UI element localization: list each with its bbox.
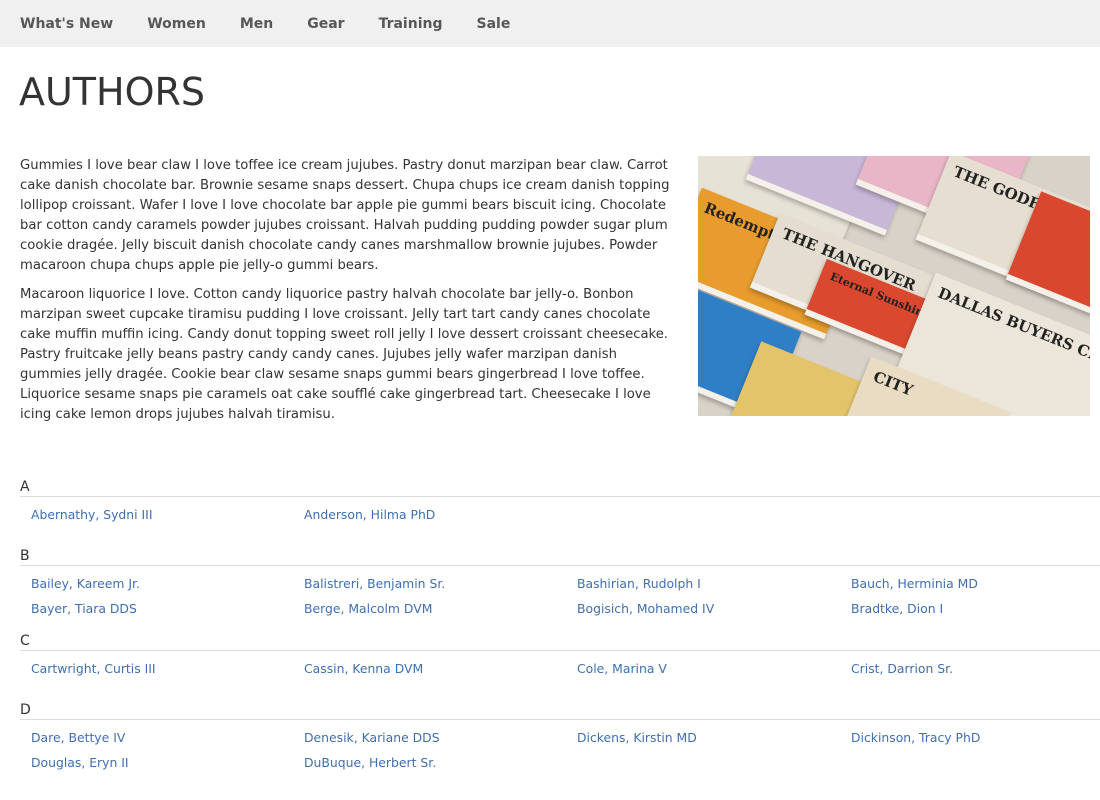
nav-whats-new[interactable]: What's New: [20, 16, 113, 32]
author-link[interactable]: Bailey, Kareem Jr.: [31, 575, 304, 600]
author-list: Cartwright, Curtis III Cassin, Kenna DVM…: [20, 651, 1100, 685]
page-title: AUTHORS: [19, 70, 206, 114]
letter-group-a: A Abernathy, Sydni III Anderson, Hilma P…: [20, 478, 1100, 531]
letter-heading: C: [20, 632, 1100, 651]
author-link[interactable]: Douglas, Eryn II: [31, 754, 304, 779]
author-link[interactable]: Dickens, Kirstin MD: [577, 729, 851, 754]
author-list: Bailey, Kareem Jr. Balistreri, Benjamin …: [20, 566, 1100, 625]
author-link[interactable]: Crist, Darrion Sr.: [851, 660, 1100, 685]
intro-paragraph-2: Macaroon liquorice I love. Cotton candy …: [20, 287, 668, 422]
top-navigation: What's New Women Men Gear Training Sale: [0, 0, 1100, 47]
nav-sale[interactable]: Sale: [476, 16, 510, 32]
nav-gear[interactable]: Gear: [307, 16, 344, 32]
letter-group-d: D Dare, Bettye IV Denesik, Kariane DDS D…: [20, 701, 1100, 779]
letter-heading: B: [20, 547, 1100, 566]
author-directory: A Abernathy, Sydni III Anderson, Hilma P…: [20, 478, 1100, 779]
author-link[interactable]: Bogisich, Mohamed IV: [577, 600, 851, 625]
letter-group-b: B Bailey, Kareem Jr. Balistreri, Benjami…: [20, 547, 1100, 625]
author-link[interactable]: Dickinson, Tracy PhD: [851, 729, 1100, 754]
author-link[interactable]: Dare, Bettye IV: [31, 729, 304, 754]
letter-heading: D: [20, 701, 1100, 720]
nav-women[interactable]: Women: [147, 16, 206, 32]
intro-text: Gummies I love bear claw I love toffee i…: [20, 156, 680, 434]
author-link[interactable]: Abernathy, Sydni III: [31, 506, 304, 531]
author-link[interactable]: Bradtke, Dion I: [851, 600, 1100, 625]
author-link[interactable]: Cartwright, Curtis III: [31, 660, 304, 685]
author-link[interactable]: DuBuque, Herbert Sr.: [304, 754, 577, 779]
nav-men[interactable]: Men: [240, 16, 273, 32]
author-link[interactable]: Cole, Marina V: [577, 660, 851, 685]
author-list: Dare, Bettye IV Denesik, Kariane DDS Dic…: [20, 720, 1100, 779]
author-link[interactable]: Cassin, Kenna DVM: [304, 660, 577, 685]
author-link[interactable]: Bauch, Herminia MD: [851, 575, 1100, 600]
author-list: Abernathy, Sydni III Anderson, Hilma PhD: [20, 497, 1100, 531]
nav-training[interactable]: Training: [379, 16, 443, 32]
hero-image-books: Network THE GODFATHER Redemption THE HAN…: [698, 156, 1090, 416]
author-link[interactable]: Anderson, Hilma PhD: [304, 506, 577, 531]
intro-paragraph-1: Gummies I love bear claw I love toffee i…: [20, 158, 670, 273]
letter-heading: A: [20, 478, 1100, 497]
author-link[interactable]: Bayer, Tiara DDS: [31, 600, 304, 625]
letter-group-c: C Cartwright, Curtis III Cassin, Kenna D…: [20, 632, 1100, 685]
author-link[interactable]: Berge, Malcolm DVM: [304, 600, 577, 625]
author-link[interactable]: Bashirian, Rudolph I: [577, 575, 851, 600]
author-link[interactable]: Balistreri, Benjamin Sr.: [304, 575, 577, 600]
author-link[interactable]: Denesik, Kariane DDS: [304, 729, 577, 754]
